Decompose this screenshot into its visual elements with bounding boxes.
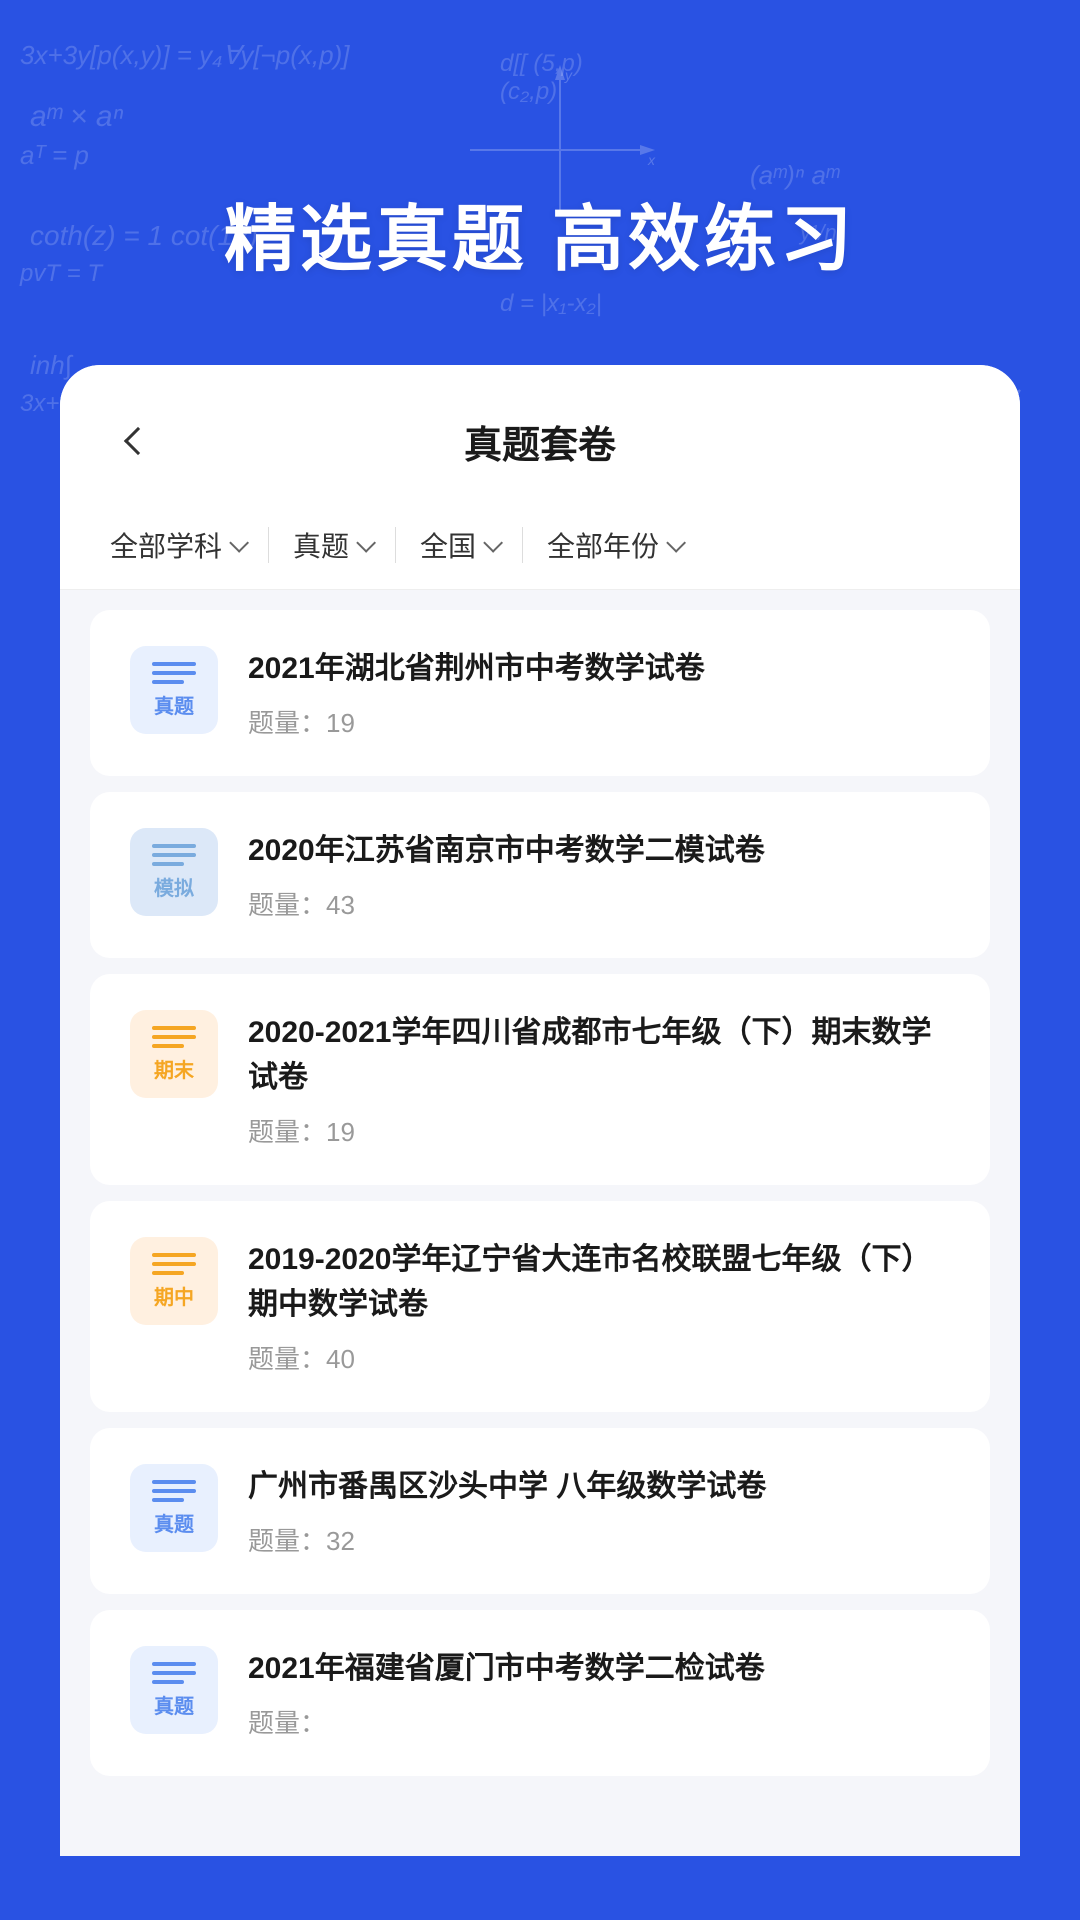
exam-title-4: 2019-2020学年辽宁省大连市名校联盟七年级（下）期中数学试卷 — [248, 1237, 950, 1327]
exam-info-5: 广州市番禺区沙头中学 八年级数学试卷 题量：32 — [248, 1464, 950, 1558]
filter-divider-3 — [522, 527, 523, 563]
exam-count-2: 题量：43 — [248, 885, 950, 922]
badge-zhenti-1: 真题 — [130, 646, 218, 734]
exam-title-1: 2021年湖北省荆州市中考数学试卷 — [248, 646, 950, 691]
filter-divider-1 — [268, 527, 269, 563]
chevron-down-icon-year — [666, 533, 686, 553]
filter-region[interactable]: 全国 — [400, 525, 518, 565]
badge-icon-1 — [152, 662, 196, 686]
exam-count-label-6: 题量： — [248, 1708, 326, 1738]
badge-icon-4 — [152, 1253, 196, 1277]
badge-label-5: 真题 — [154, 1508, 194, 1537]
exam-count-6: 题量： — [248, 1703, 950, 1740]
exam-count-label-2: 题量： — [248, 890, 326, 920]
exam-title-2: 2020年江苏省南京市中考数学二模试卷 — [248, 828, 950, 873]
filter-year-label: 全部年份 — [547, 525, 659, 565]
chevron-down-icon-type — [356, 533, 376, 553]
filter-year[interactable]: 全部年份 — [527, 525, 701, 565]
exam-count-num-5: 32 — [326, 1526, 355, 1556]
page-title: 真题套卷 — [166, 414, 914, 469]
exam-count-1: 题量：19 — [248, 703, 950, 740]
badge-icon-2 — [152, 844, 196, 868]
exam-title-5: 广州市番禺区沙头中学 八年级数学试卷 — [248, 1464, 950, 1509]
exam-title-3: 2020-2021学年四川省成都市七年级（下）期末数学试卷 — [248, 1010, 950, 1100]
badge-moni-2: 模拟 — [130, 828, 218, 916]
exam-info-1: 2021年湖北省荆州市中考数学试卷 题量：19 — [248, 646, 950, 740]
badge-label-3: 期末 — [154, 1054, 194, 1083]
badge-label-6: 真题 — [154, 1690, 194, 1719]
exam-count-5: 题量：32 — [248, 1521, 950, 1558]
back-button[interactable] — [110, 413, 166, 469]
filter-type[interactable]: 真题 — [273, 525, 391, 565]
exam-info-4: 2019-2020学年辽宁省大连市名校联盟七年级（下）期中数学试卷 题量：40 — [248, 1237, 950, 1376]
chevron-down-icon-region — [483, 533, 503, 553]
exam-list: 真题 2021年湖北省荆州市中考数学试卷 题量：19 模拟 2020年江苏省南 — [60, 590, 1020, 1796]
filter-subject[interactable]: 全部学科 — [110, 525, 264, 565]
badge-qizhong-4: 期中 — [130, 1237, 218, 1325]
exam-count-num-1: 19 — [326, 708, 355, 738]
filter-subject-label: 全部学科 — [110, 525, 222, 565]
exam-info-2: 2020年江苏省南京市中考数学二模试卷 题量：43 — [248, 828, 950, 922]
exam-count-4: 题量：40 — [248, 1339, 950, 1376]
badge-label-4: 期中 — [154, 1281, 194, 1310]
exam-count-label-4: 题量： — [248, 1344, 326, 1374]
hero-title: 精选真题 高效练习 — [0, 0, 1080, 365]
badge-zhenti-6: 真题 — [130, 1646, 218, 1734]
exam-count-label-1: 题量： — [248, 708, 326, 738]
exam-item-5[interactable]: 真题 广州市番禺区沙头中学 八年级数学试卷 题量：32 — [90, 1428, 990, 1594]
badge-qimo-3: 期末 — [130, 1010, 218, 1098]
exam-item-1[interactable]: 真题 2021年湖北省荆州市中考数学试卷 题量：19 — [90, 610, 990, 776]
filter-type-label: 真题 — [293, 525, 349, 565]
exam-item-6[interactable]: 真题 2021年福建省厦门市中考数学二检试卷 题量： — [90, 1610, 990, 1776]
badge-label-1: 真题 — [154, 690, 194, 719]
exam-count-num-4: 40 — [326, 1344, 355, 1374]
exam-info-6: 2021年福建省厦门市中考数学二检试卷 题量： — [248, 1646, 950, 1740]
badge-label-2: 模拟 — [154, 872, 194, 901]
chevron-down-icon-subject — [229, 533, 249, 553]
filter-divider-2 — [395, 527, 396, 563]
card-header: 真题套卷 — [60, 365, 1020, 501]
filter-region-label: 全国 — [420, 525, 476, 565]
exam-count-label-5: 题量： — [248, 1526, 326, 1556]
exam-count-label-3: 题量： — [248, 1117, 326, 1147]
badge-icon-3 — [152, 1026, 196, 1050]
badge-zhenti-5: 真题 — [130, 1464, 218, 1552]
back-chevron-icon — [124, 427, 152, 455]
exam-info-3: 2020-2021学年四川省成都市七年级（下）期末数学试卷 题量：19 — [248, 1010, 950, 1149]
exam-item-3[interactable]: 期末 2020-2021学年四川省成都市七年级（下）期末数学试卷 题量：19 — [90, 974, 990, 1185]
exam-count-3: 题量：19 — [248, 1112, 950, 1149]
main-card: 真题套卷 全部学科 真题 全国 全部年份 — [60, 365, 1020, 1856]
exam-count-num-3: 19 — [326, 1117, 355, 1147]
exam-title-6: 2021年福建省厦门市中考数学二检试卷 — [248, 1646, 950, 1691]
filter-row: 全部学科 真题 全国 全部年份 — [60, 501, 1020, 590]
badge-icon-6 — [152, 1662, 196, 1686]
exam-item-2[interactable]: 模拟 2020年江苏省南京市中考数学二模试卷 题量：43 — [90, 792, 990, 958]
exam-item-4[interactable]: 期中 2019-2020学年辽宁省大连市名校联盟七年级（下）期中数学试卷 题量：… — [90, 1201, 990, 1412]
exam-count-num-2: 43 — [326, 890, 355, 920]
badge-icon-5 — [152, 1480, 196, 1504]
